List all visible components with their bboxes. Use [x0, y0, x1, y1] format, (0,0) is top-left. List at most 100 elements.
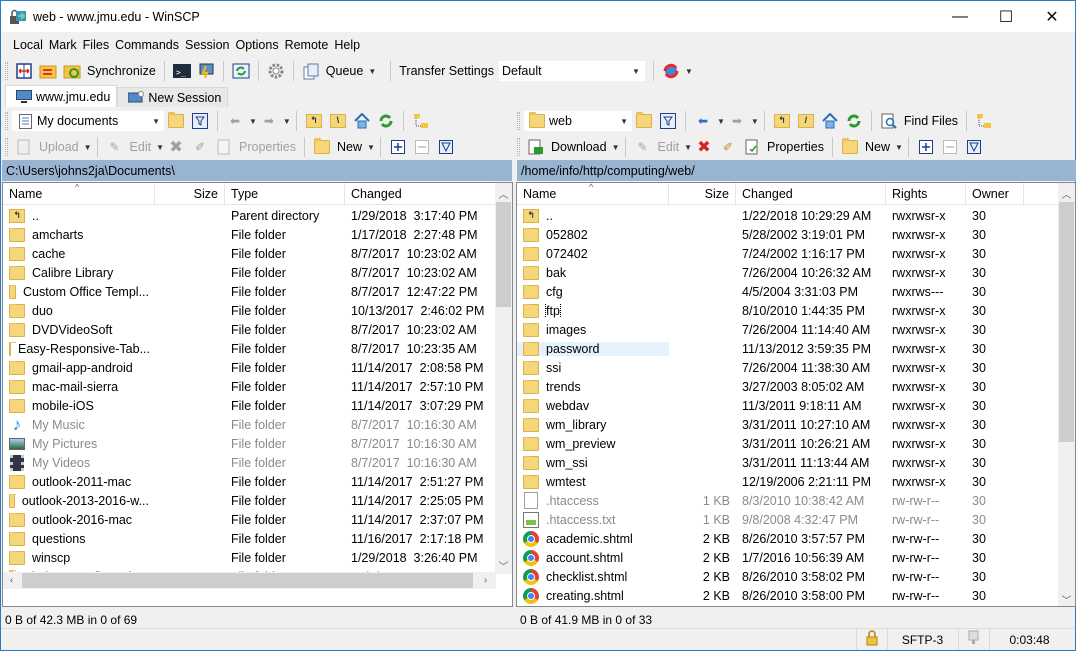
table-row[interactable]: ftp 8/10/2010 1:44:35 PM rwxrwsr-x 30 — [517, 301, 1075, 320]
table-row[interactable]: academic.shtml 2 KB 8/26/2010 3:57:57 PM rw… — [517, 529, 1075, 548]
menu-options[interactable]: Options — [235, 38, 278, 52]
toolbar-grip[interactable] — [5, 112, 8, 130]
column-rights[interactable]: Rights — [886, 183, 966, 205]
select-plus-icon[interactable] — [389, 138, 407, 156]
table-row[interactable]: wm_library 3/31/2011 10:27:10 AM rwxrwsr-x… — [517, 415, 1075, 434]
minimize-button[interactable]: — — [937, 1, 983, 32]
table-row[interactable]: Easy-Responsive-Tab... File folder 8/7/201… — [3, 339, 512, 358]
column-size[interactable]: Size — [155, 183, 225, 205]
refresh-icon[interactable] — [377, 112, 395, 130]
table-row[interactable]: password 11/13/2012 3:59:35 PM rwxrwsr-x 30 — [517, 339, 1075, 358]
table-row[interactable]: images 7/26/2004 11:14:40 AM rwxrwsr-x 30 — [517, 320, 1075, 339]
scroll-up-icon[interactable]: ︿ — [495, 185, 512, 202]
table-row[interactable]: account.shtml 2 KB 1/7/2016 10:56:39 AM rw-… — [517, 548, 1075, 567]
filter-icon[interactable] — [659, 112, 677, 130]
scroll-down-icon[interactable]: ﹀ — [495, 557, 512, 574]
table-row[interactable]: checklist.shtml 2 KB 8/26/2010 3:58:02 PM r… — [517, 567, 1075, 586]
chevron-down-icon[interactable]: ▼ — [367, 143, 375, 152]
compare-directories-icon[interactable] — [15, 62, 33, 80]
menu-local[interactable]: Local — [13, 38, 43, 52]
chevron-down-icon[interactable]: ▼ — [717, 117, 725, 126]
scroll-thumb[interactable] — [22, 573, 473, 588]
table-row[interactable]: Calibre Library File folder 8/7/2017 10:23… — [3, 263, 512, 282]
table-row[interactable]: .htaccess.txt 1 KB 9/8/2008 4:32:47 PM rw-r… — [517, 510, 1075, 529]
menu-commands[interactable]: Commands — [115, 38, 179, 52]
scroll-up-icon[interactable]: ︿ — [1058, 185, 1075, 202]
table-row[interactable]: 052802 5/28/2002 3:19:01 PM rwxrwsr-x 30 — [517, 225, 1075, 244]
table-row[interactable]: winscp File folder 1/29/2018 3:26:40 PM — [3, 548, 512, 567]
table-row[interactable]: mac-mail-sierra File folder 11/14/2017 2:5… — [3, 377, 512, 396]
menu-help[interactable]: Help — [334, 38, 360, 52]
remote-location-select[interactable]: web ▼ — [524, 111, 632, 131]
local-location-select[interactable]: My documents ▼ — [12, 111, 164, 131]
properties-button[interactable]: Properties — [239, 140, 296, 154]
tab-www-jmu-edu[interactable]: www.jmu.edu — [5, 85, 118, 107]
table-row[interactable]: ↰.. 1/22/2018 10:29:29 AM rwxrwsr-x 30 — [517, 206, 1075, 225]
table-row[interactable]: bak 7/26/2004 10:26:32 AM rwxrwsr-x 30 — [517, 263, 1075, 282]
edit-icon[interactable]: ✎ — [634, 138, 652, 156]
local-vertical-scrollbar[interactable]: ︿ ﹀ — [495, 183, 512, 574]
table-row[interactable]: webdav 11/3/2011 9:18:11 AM rwxrwsr-x 30 — [517, 396, 1075, 415]
scroll-thumb[interactable] — [1059, 202, 1074, 442]
putty-icon[interactable] — [197, 62, 215, 80]
transfer-settings-select[interactable]: Default ▼ — [498, 61, 645, 81]
upload-icon[interactable] — [15, 138, 33, 156]
parent-directory-icon[interactable]: ↰ — [305, 112, 323, 130]
download-button[interactable]: Download — [551, 140, 607, 154]
toolbar-grip[interactable] — [5, 138, 8, 156]
table-row[interactable]: .htaccess 1 KB 8/3/2010 10:38:42 AM rw-rw-r… — [517, 491, 1075, 510]
menu-remote[interactable]: Remote — [285, 38, 329, 52]
table-row[interactable]: ssi 7/26/2004 11:38:30 AM rwxrwsr-x 30 — [517, 358, 1075, 377]
table-row[interactable]: wm_ssi 3/31/2011 11:13:44 AM rwxrwsr-x 30 — [517, 453, 1075, 472]
chevron-down-icon[interactable]: ▼ — [685, 67, 693, 76]
scroll-down-icon[interactable]: ﹀ — [1058, 591, 1075, 606]
back-arrow-icon[interactable]: ⬅ — [694, 112, 712, 130]
column-type[interactable]: Type — [225, 183, 345, 205]
reconnect-icon[interactable] — [662, 62, 680, 80]
forward-arrow-icon[interactable]: ➡ — [728, 112, 746, 130]
chevron-down-icon[interactable]: ▼ — [368, 67, 376, 76]
menu-mark[interactable]: Mark — [49, 38, 77, 52]
rename-icon[interactable]: ✐ — [191, 138, 209, 156]
column-owner[interactable]: Owner — [966, 183, 1024, 205]
table-row[interactable]: Custom Office Templ... File folder 8/7/201… — [3, 282, 512, 301]
back-arrow-icon[interactable]: ⬅ — [226, 112, 244, 130]
queue-button[interactable]: Queue — [326, 64, 364, 78]
root-directory-icon[interactable]: / — [797, 112, 815, 130]
table-row[interactable]: outlook-2011-mac File folder 11/14/2017 2:… — [3, 472, 512, 491]
refresh-icon[interactable] — [845, 112, 863, 130]
chevron-down-icon[interactable]: ▼ — [895, 143, 903, 152]
chevron-down-icon[interactable]: ▼ — [249, 117, 257, 126]
toolbar-grip[interactable] — [517, 138, 520, 156]
table-row[interactable]: ↰.. Parent directory 1/29/2018 3:17:40 PM — [3, 206, 512, 225]
new-folder-icon[interactable] — [313, 138, 331, 156]
table-row[interactable]: My Pictures File folder 8/7/2017 10:16:30 … — [3, 434, 512, 453]
remote-vertical-scrollbar[interactable]: ︿ ﹀ — [1058, 183, 1075, 606]
filter-select-icon[interactable] — [965, 138, 983, 156]
synchronize-button[interactable]: Synchronize — [87, 64, 156, 78]
scroll-right-icon[interactable]: › — [477, 572, 494, 589]
table-row[interactable]: My Videos File folder 8/7/2017 10:16:30 AM — [3, 453, 512, 472]
parent-directory-icon[interactable]: ↰ — [773, 112, 791, 130]
filter-icon[interactable] — [191, 112, 209, 130]
gear-icon[interactable] — [267, 62, 285, 80]
table-row[interactable]: mobile-iOS File folder 11/14/2017 3:07:29 … — [3, 396, 512, 415]
table-row[interactable]: gmail-app-android File folder 11/14/2017 2… — [3, 358, 512, 377]
edit-button[interactable]: Edit — [130, 140, 152, 154]
encryption-indicator[interactable] — [856, 629, 886, 650]
find-files-icon[interactable] — [880, 112, 898, 130]
tab-new-session[interactable]: New Session — [117, 87, 229, 107]
column-name[interactable]: ^ Name — [517, 183, 669, 205]
download-icon[interactable] — [527, 138, 545, 156]
home-icon[interactable] — [821, 112, 839, 130]
column-size[interactable]: Size — [669, 183, 736, 205]
chevron-down-icon[interactable]: ▼ — [84, 143, 92, 152]
synchronize-icon[interactable] — [63, 62, 81, 80]
local-horizontal-scrollbar[interactable]: ‹ › — [3, 572, 496, 589]
table-row[interactable]: wmtest 12/19/2006 2:21:11 PM rwxrwsr-x 30 — [517, 472, 1075, 491]
properties-icon[interactable] — [743, 138, 761, 156]
synchronize-browsing-icon[interactable] — [39, 62, 57, 80]
scroll-left-icon[interactable]: ‹ — [3, 572, 20, 589]
select-minus-icon[interactable] — [941, 138, 959, 156]
new-folder-icon[interactable] — [841, 138, 859, 156]
